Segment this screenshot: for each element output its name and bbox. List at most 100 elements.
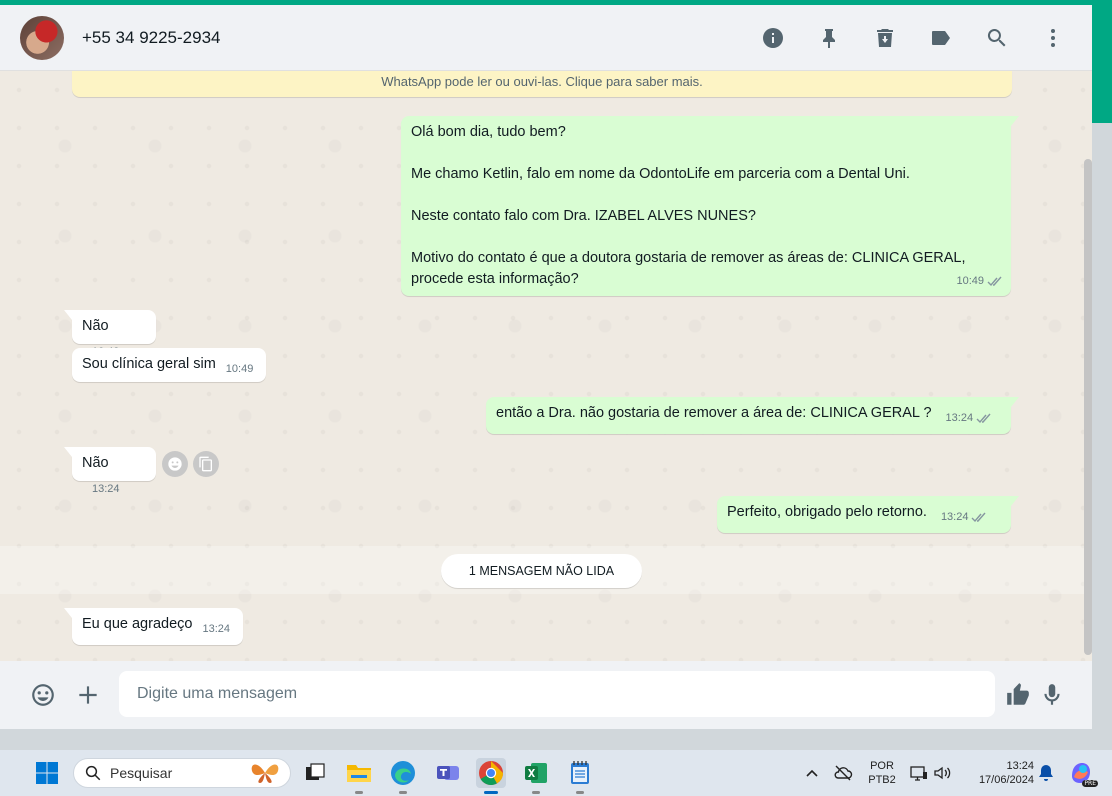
unread-messages-badge: 1 MENSAGEM NÃO LIDA bbox=[441, 554, 642, 588]
search-icon[interactable] bbox=[980, 21, 1014, 55]
show-hidden-icons-button[interactable] bbox=[797, 758, 827, 788]
react-emoji-button[interactable] bbox=[162, 451, 188, 477]
whatsapp-chat-window: +55 34 9225-2934 WhatsApp pode ler ou ou… bbox=[0, 5, 1092, 729]
language-code: POR bbox=[870, 760, 894, 772]
teams-icon bbox=[437, 766, 459, 780]
chrome-icon bbox=[479, 761, 503, 786]
message-time: 10:49 bbox=[225, 363, 254, 375]
message-bubble-outgoing[interactable]: Olá bom dia, tudo bem? Me chamo Ketlin, … bbox=[401, 116, 1019, 296]
menu-icon[interactable] bbox=[1036, 21, 1070, 55]
teams-button[interactable] bbox=[433, 758, 463, 788]
label-icon[interactable] bbox=[924, 21, 958, 55]
chat-scrollbar[interactable] bbox=[1084, 159, 1092, 655]
speaker-icon bbox=[934, 766, 951, 780]
voice-message-button[interactable] bbox=[1037, 680, 1067, 710]
butterfly-icon bbox=[251, 764, 279, 783]
like-button[interactable] bbox=[1003, 680, 1033, 710]
excel-icon bbox=[525, 763, 547, 783]
message-text: Não bbox=[82, 318, 109, 334]
edge-icon bbox=[391, 761, 415, 785]
background-strip bbox=[1092, 5, 1112, 123]
message-time: 10:49 bbox=[956, 275, 984, 287]
header-actions bbox=[756, 5, 1070, 71]
input-language-indicator[interactable]: POR PTB2 bbox=[862, 759, 902, 787]
read-ticks-icon bbox=[976, 413, 991, 424]
emoji-icon bbox=[168, 457, 182, 471]
message-time: 13:24 bbox=[945, 412, 974, 424]
notepad-icon bbox=[571, 761, 589, 784]
message-time: 13:24 bbox=[92, 483, 120, 495]
bell-icon bbox=[1039, 765, 1053, 781]
read-ticks-icon bbox=[971, 512, 986, 523]
message-text: Me chamo Ketlin, falo em nome da OdontoL… bbox=[411, 166, 910, 182]
clock-time: 13:24 bbox=[1006, 760, 1034, 772]
windows-taskbar: Pesquisar POR PTB2 13:24 17/06/2024 PRE bbox=[0, 750, 1112, 796]
message-bubble-incoming[interactable]: Sou clínica geral sim 10:49 bbox=[72, 348, 266, 382]
chrome-button[interactable] bbox=[476, 758, 506, 788]
message-bubble-incoming[interactable]: Eu que agradeço 13:24 bbox=[64, 608, 243, 645]
message-bubble-incoming[interactable]: Não 13:24 bbox=[64, 447, 156, 495]
emoji-icon bbox=[32, 684, 54, 706]
chevron-up-icon bbox=[806, 769, 818, 777]
notepad-button[interactable] bbox=[565, 758, 595, 788]
thumbs-up-icon bbox=[1007, 683, 1029, 705]
pin-icon[interactable] bbox=[812, 21, 846, 55]
task-view-icon bbox=[306, 763, 325, 780]
message-text: Neste contato falo com Dra. IZABEL ALVES… bbox=[411, 208, 756, 224]
message-text: Sou clínica geral sim bbox=[82, 356, 216, 372]
attach-button[interactable] bbox=[73, 680, 103, 710]
clock-date: 17/06/2024 bbox=[978, 774, 1034, 786]
edge-button[interactable] bbox=[388, 758, 418, 788]
message-text: Eu que agradeço bbox=[82, 616, 193, 632]
plus-icon bbox=[79, 686, 97, 704]
folder-icon bbox=[347, 765, 371, 782]
taskbar-active-indicator bbox=[484, 791, 498, 794]
message-bubble-outgoing[interactable]: Perfeito, obrigado pelo retorno. 13:24 bbox=[717, 496, 1019, 533]
message-text: Olá bom dia, tudo bem? bbox=[411, 124, 566, 140]
excel-button[interactable] bbox=[521, 758, 551, 788]
message-bubble-outgoing[interactable]: então a Dra. não gostaria de remover a á… bbox=[486, 397, 1019, 434]
taskbar-search[interactable]: Pesquisar bbox=[73, 758, 291, 788]
contact-avatar[interactable] bbox=[20, 15, 64, 60]
windows-logo-icon bbox=[36, 762, 58, 784]
read-ticks-icon bbox=[987, 276, 1002, 287]
cloud-offline-icon bbox=[834, 765, 853, 781]
message-composer bbox=[0, 661, 1092, 729]
taskbar-running-indicator bbox=[532, 791, 540, 794]
message-text: Perfeito, obrigado pelo retorno. bbox=[727, 504, 927, 520]
start-button[interactable] bbox=[32, 758, 62, 788]
contact-name[interactable]: +55 34 9225-2934 bbox=[82, 28, 221, 48]
taskbar-running-indicator bbox=[399, 791, 407, 794]
forward-copy-button[interactable] bbox=[193, 451, 219, 477]
microphone-icon bbox=[1044, 684, 1060, 705]
message-time: 13:24 bbox=[940, 511, 969, 523]
system-clock[interactable]: 13:24 17/06/2024 bbox=[962, 759, 1034, 787]
emoji-button[interactable] bbox=[28, 680, 58, 710]
message-text: Não bbox=[82, 455, 109, 471]
search-icon bbox=[85, 765, 101, 781]
copy-icon bbox=[199, 456, 212, 472]
onedrive-button[interactable] bbox=[828, 758, 858, 788]
message-input[interactable] bbox=[119, 671, 995, 717]
message-bubble-incoming[interactable]: Não10:49 bbox=[64, 310, 156, 358]
message-list[interactable]: WhatsApp pode ler ou ouvi-las. Clique pa… bbox=[0, 71, 1092, 661]
message-meta: 13:24 bbox=[946, 408, 993, 429]
encryption-notice[interactable]: WhatsApp pode ler ou ouvi-las. Clique pa… bbox=[72, 71, 1012, 97]
search-placeholder: Pesquisar bbox=[110, 765, 173, 781]
file-explorer-button[interactable] bbox=[344, 758, 374, 788]
volume-button[interactable] bbox=[928, 758, 958, 788]
keyboard-layout: PTB2 bbox=[868, 774, 896, 786]
copilot-button[interactable]: PRE bbox=[1066, 758, 1098, 788]
task-view-button[interactable] bbox=[300, 758, 330, 788]
preview-badge: PRE bbox=[1082, 780, 1098, 787]
info-icon[interactable] bbox=[756, 21, 790, 55]
taskbar-running-indicator bbox=[576, 791, 584, 794]
message-meta: 10:49 bbox=[956, 271, 1003, 292]
message-text: então a Dra. não gostaria de remover a á… bbox=[496, 405, 932, 421]
message-meta: 13:24 bbox=[941, 507, 988, 528]
chat-header: +55 34 9225-2934 bbox=[0, 5, 1092, 71]
network-icon bbox=[910, 766, 927, 781]
notifications-button[interactable] bbox=[1031, 758, 1061, 788]
taskbar-running-indicator bbox=[355, 791, 363, 794]
delete-icon[interactable] bbox=[868, 21, 902, 55]
